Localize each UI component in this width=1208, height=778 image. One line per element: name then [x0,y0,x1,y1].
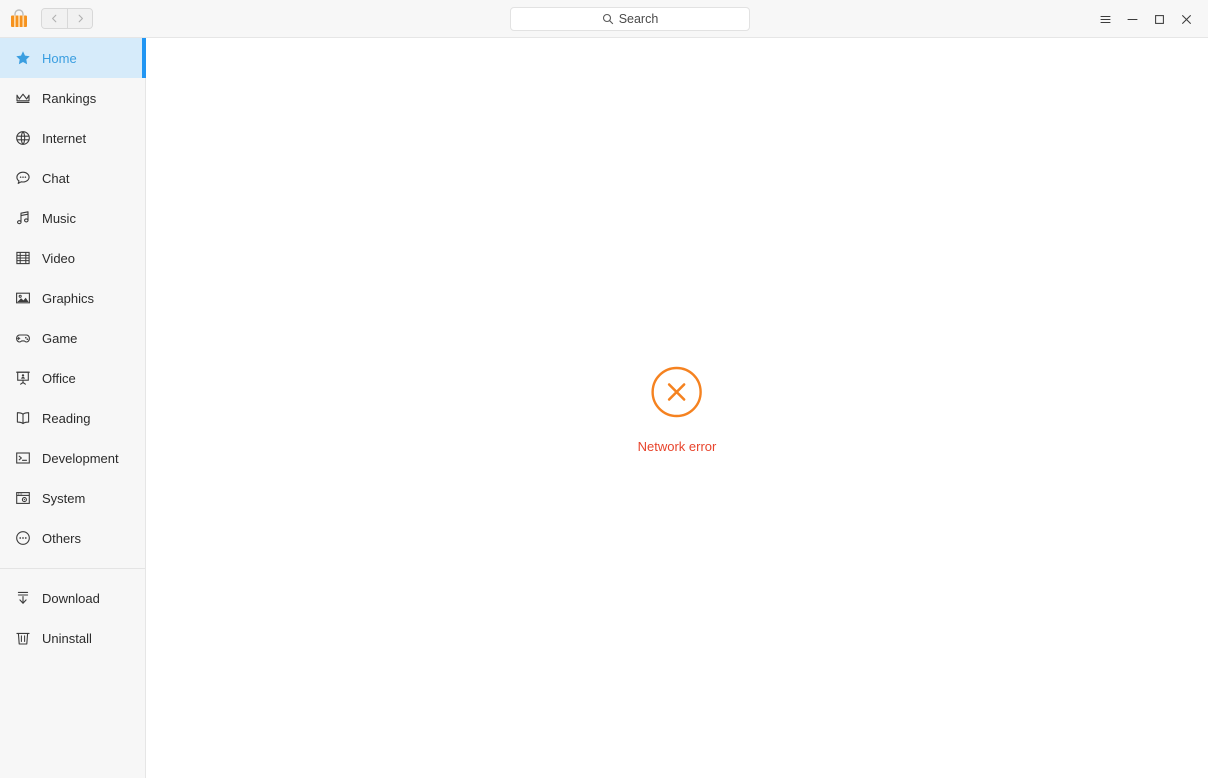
sidebar-item-game[interactable]: Game [0,318,145,358]
error-circle-x-icon [651,366,703,418]
sidebar-item-system[interactable]: System [0,478,145,518]
forward-button[interactable] [67,9,92,28]
sidebar-item-uninstall[interactable]: Uninstall [0,618,145,658]
shopping-bag-icon [11,8,27,27]
sidebar-item-label: Graphics [42,290,95,306]
music-note-icon [14,210,31,227]
star-icon [14,50,31,67]
chat-bubble-icon [14,170,31,187]
sidebar-item-label: Download [42,590,100,606]
sidebar-item-label: Game [42,330,78,346]
search-placeholder: Search [618,11,659,26]
body: Home Rankings Internet Chat Music Video … [0,38,1208,778]
ellipsis-circle-icon [14,530,31,547]
sidebar-item-label: Reading [42,410,91,426]
sidebar-item-graphics[interactable]: Graphics [0,278,145,318]
presentation-icon [14,370,31,387]
maximize-button[interactable] [1146,4,1173,34]
image-icon [14,290,31,307]
crown-icon [14,90,31,107]
sidebar-item-label: Uninstall [42,630,92,646]
sidebar-item-music[interactable]: Music [0,198,145,238]
sidebar-item-reading[interactable]: Reading [0,398,145,438]
sidebar-item-download[interactable]: Download [0,578,145,618]
minimize-icon [1127,18,1138,20]
sidebar-item-development[interactable]: Development [0,438,145,478]
sidebar-item-rankings[interactable]: Rankings [0,78,145,118]
sidebar-item-chat[interactable]: Chat [0,158,145,198]
app-window: Search Home Rankings Internet Chat Music… [0,0,1208,778]
search-input[interactable]: Search [510,7,750,31]
film-strip-icon [14,250,31,267]
sidebar-item-label: Development [42,450,119,466]
sidebar-item-label: Internet [42,130,87,146]
sidebar-item-office[interactable]: Office [0,358,145,398]
sidebar-item-label: Others [42,530,82,546]
window-controls [1092,0,1200,38]
search-icon [602,13,613,25]
close-icon [1182,14,1191,24]
error-message: Network error [637,439,717,454]
close-button[interactable] [1173,4,1200,34]
navigation-buttons [41,8,93,29]
sidebar-item-label: Office [42,370,76,386]
maximize-icon [1155,14,1164,24]
sidebar-item-label: Chat [42,170,70,186]
system-window-icon [14,490,31,507]
sidebar-divider [0,568,145,569]
trash-icon [14,630,31,647]
sidebar-item-home[interactable]: Home [0,38,146,78]
gamepad-icon [14,330,31,347]
sidebar: Home Rankings Internet Chat Music Video … [0,38,146,778]
sidebar-item-label: Home [42,50,77,66]
sidebar-item-label: System [42,490,86,506]
sidebar-item-label: Rankings [42,90,97,106]
sidebar-item-others[interactable]: Others [0,518,145,558]
sidebar-item-label: Music [42,210,76,226]
sidebar-item-video[interactable]: Video [0,238,145,278]
back-button[interactable] [42,9,67,28]
sidebar-item-internet[interactable]: Internet [0,118,145,158]
menu-button[interactable] [1092,4,1119,34]
sidebar-item-label: Video [42,250,76,266]
network-error-state: Network error [637,366,717,454]
open-book-icon [14,410,31,427]
download-icon [14,590,31,607]
content-area: Network error [146,38,1208,778]
globe-icon [14,130,31,147]
chevron-right-icon [78,14,83,23]
chevron-left-icon [52,14,57,23]
hamburger-menu-icon [1100,15,1111,23]
terminal-icon [14,450,31,467]
titlebar: Search [0,0,1208,38]
minimize-button[interactable] [1119,4,1146,34]
